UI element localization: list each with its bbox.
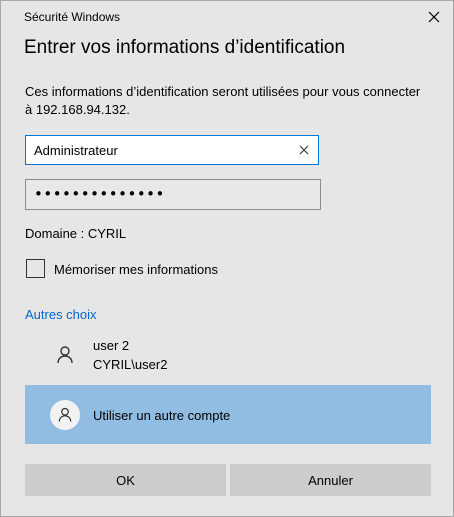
credential-dialog: Sécurité Windows Entrer vos informations… <box>0 0 454 517</box>
account-option-user2[interactable]: user 2 CYRIL\user2 <box>25 331 431 379</box>
user-icon <box>57 346 73 364</box>
password-field[interactable]: •••••••••••••• <box>25 179 321 210</box>
dialog-description: Ces informations d’identification seront… <box>25 84 421 117</box>
account-name: user 2 <box>93 338 130 353</box>
close-button[interactable] <box>421 4 447 30</box>
user-icon <box>58 407 72 422</box>
remember-checkbox[interactable] <box>26 259 45 278</box>
ok-button[interactable]: OK <box>25 464 226 496</box>
clear-username-button[interactable] <box>296 142 312 158</box>
password-masked-value: •••••••••••••• <box>34 185 165 203</box>
account-option-label: Utiliser un autre compte <box>93 408 231 423</box>
avatar <box>50 400 80 430</box>
account-option-other[interactable]: Utiliser un autre compte <box>25 385 431 444</box>
remember-checkbox-label[interactable]: Mémoriser mes informations <box>54 262 218 277</box>
window-title: Sécurité Windows <box>24 10 121 24</box>
cancel-button[interactable]: Annuler <box>230 464 431 496</box>
close-icon <box>428 11 440 23</box>
more-choices-link[interactable]: Autres choix <box>25 307 97 322</box>
clear-x-icon <box>299 145 309 155</box>
dialog-heading: Entrer vos informations d’identification <box>24 37 346 58</box>
account-domain-user: CYRIL\user2 <box>93 357 168 372</box>
domain-label: Domaine : CYRIL <box>25 226 127 241</box>
username-field[interactable]: Administrateur <box>25 135 319 165</box>
username-value: Administrateur <box>34 143 118 158</box>
